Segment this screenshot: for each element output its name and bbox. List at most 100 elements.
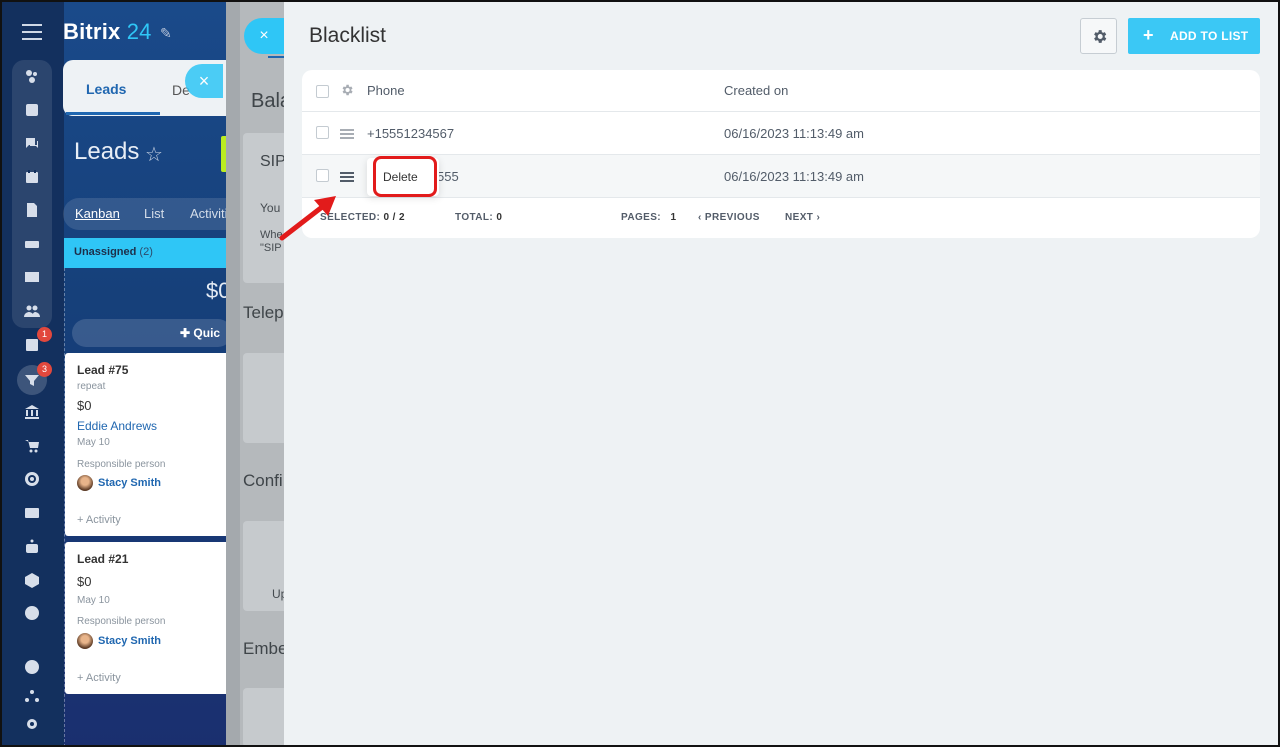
- total-value: 0: [496, 212, 503, 223]
- crm-filter-icon[interactable]: 3: [22, 362, 52, 390]
- app-logo[interactable]: Bitrix 24: [63, 19, 152, 45]
- grid-header: Phone Created on: [302, 70, 1260, 112]
- embed-heading: Embe: [243, 639, 284, 658]
- box-icon[interactable]: [22, 570, 42, 590]
- plus-icon: +: [1143, 25, 1154, 45]
- inbox-icon[interactable]: [22, 100, 42, 120]
- tab-leads[interactable]: Leads: [86, 81, 126, 97]
- view-list[interactable]: List: [144, 206, 164, 221]
- total-label: TOTAL:: [455, 212, 494, 223]
- view-kanban[interactable]: Kanban: [75, 206, 120, 221]
- tab-leads-underline: [66, 112, 160, 115]
- column-title-text: Unassigned: [74, 246, 137, 258]
- lead-card[interactable]: Lead #21 $0 May 10 Responsible person St…: [65, 542, 231, 694]
- team-icon[interactable]: [22, 301, 42, 321]
- close-slider-icon[interactable]: ×: [244, 18, 284, 54]
- chevron-right-icon: ›: [816, 212, 821, 223]
- gear-icon: [1094, 30, 1107, 43]
- column-settings-icon[interactable]: [340, 83, 354, 97]
- structure-icon[interactable]: [22, 686, 42, 706]
- chat-icon[interactable]: [22, 134, 42, 154]
- add-activity[interactable]: + Activity: [77, 514, 121, 526]
- telephony-heading: Telep: [243, 303, 284, 322]
- pages-label: PAGES:: [621, 212, 661, 223]
- card-date: May 10: [77, 437, 110, 448]
- column-header-phone[interactable]: Phone: [367, 83, 405, 98]
- table-row[interactable]: 555 06/16/2023 11:13:49 am: [302, 155, 1260, 198]
- settings-button[interactable]: [1080, 18, 1117, 54]
- logo-name: Bitrix: [63, 19, 121, 44]
- target-icon[interactable]: [22, 469, 42, 489]
- add-to-list-button[interactable]: + ADD TO LIST: [1128, 18, 1260, 54]
- card-title[interactable]: Lead #75: [77, 363, 128, 377]
- pencil-icon[interactable]: ✎: [160, 25, 172, 42]
- feed-icon[interactable]: [22, 66, 42, 86]
- more-chevron-icon[interactable]: [22, 603, 42, 623]
- selected-value: 0 / 2: [383, 212, 405, 223]
- add-activity[interactable]: + Activity: [77, 672, 121, 684]
- phone-cell: +15551234567: [367, 126, 455, 141]
- mail-icon[interactable]: [22, 267, 42, 287]
- row-menu-icon[interactable]: [340, 129, 354, 139]
- card-title[interactable]: Lead #21: [77, 552, 128, 566]
- row-checkbox[interactable]: [316, 126, 329, 139]
- tasks-icon[interactable]: 1: [22, 327, 52, 355]
- pages-value[interactable]: 1: [671, 212, 677, 223]
- tab-underline: [268, 56, 284, 58]
- avatar[interactable]: [77, 633, 93, 649]
- next-page-link[interactable]: NEXT ›: [785, 212, 820, 223]
- row-checkbox[interactable]: [316, 169, 329, 182]
- card-subtitle: repeat: [77, 381, 106, 392]
- next-label: NEXT: [785, 212, 814, 223]
- blacklist-grid: Phone Created on +15551234567 06/16/2023…: [302, 70, 1260, 238]
- created-cell: 06/16/2023 11:13:49 am: [724, 126, 864, 141]
- bank-icon[interactable]: [22, 402, 42, 422]
- embed-card: [243, 688, 284, 747]
- telephony-card: [243, 353, 284, 443]
- logo-number: 24: [126, 19, 152, 44]
- balance-heading: Bala: [251, 90, 284, 112]
- card-amount: $0: [77, 398, 92, 413]
- previous-label: PREVIOUS: [704, 212, 760, 223]
- quick-add-label: ✚ Quic: [180, 326, 220, 340]
- card-resp-label: Responsible person: [77, 616, 166, 627]
- left-sidebar: 1 3: [0, 0, 64, 747]
- view-activities[interactable]: Activiti: [190, 206, 228, 221]
- select-all-checkbox[interactable]: [316, 85, 329, 98]
- tasks-badge: 1: [37, 327, 52, 342]
- add-to-list-label: ADD TO LIST: [1170, 29, 1249, 43]
- star-icon[interactable]: ☆: [145, 142, 163, 167]
- lead-card[interactable]: Lead #75 repeat $0 Eddie Andrews May 10 …: [65, 353, 231, 536]
- drive-icon[interactable]: [22, 234, 42, 254]
- crm-badge: 3: [37, 362, 52, 377]
- chevron-left-icon: ‹: [698, 212, 702, 223]
- document-icon[interactable]: [22, 200, 42, 220]
- contact-card-icon[interactable]: [22, 503, 42, 523]
- previous-page-link[interactable]: ‹ PREVIOUS: [698, 212, 760, 223]
- robot-icon[interactable]: [22, 537, 42, 557]
- created-cell: 06/16/2023 11:13:49 am: [724, 169, 864, 184]
- card-amount: $0: [77, 574, 92, 589]
- card-person[interactable]: Stacy Smith: [98, 635, 161, 647]
- config-heading: Confi: [243, 471, 283, 490]
- calendar-icon[interactable]: [22, 167, 42, 187]
- plus-icon: ✚: [180, 326, 191, 340]
- card-person[interactable]: Stacy Smith: [98, 477, 161, 489]
- column-header-created[interactable]: Created on: [724, 83, 788, 98]
- table-row[interactable]: +15551234567 06/16/2023 11:13:49 am: [302, 112, 1260, 155]
- hamburger-menu-icon[interactable]: [22, 24, 42, 40]
- avatar[interactable]: [77, 475, 93, 491]
- settings-icon[interactable]: [22, 714, 42, 734]
- cart-icon[interactable]: [22, 436, 42, 456]
- annotation-arrow-icon: [279, 196, 336, 241]
- grid-footer: [302, 198, 1260, 238]
- card-contact[interactable]: Eddie Andrews: [77, 419, 157, 433]
- page-title: Blacklist: [309, 24, 387, 47]
- help-icon[interactable]: [22, 657, 42, 677]
- quick-add-text: Quic: [193, 326, 221, 340]
- row-menu-icon[interactable]: [340, 172, 354, 182]
- close-icon[interactable]: ×: [185, 64, 223, 98]
- total-counter: TOTAL: 0: [455, 212, 502, 223]
- column-count: (2): [139, 246, 153, 258]
- card-resp-label: Responsible person: [77, 459, 166, 470]
